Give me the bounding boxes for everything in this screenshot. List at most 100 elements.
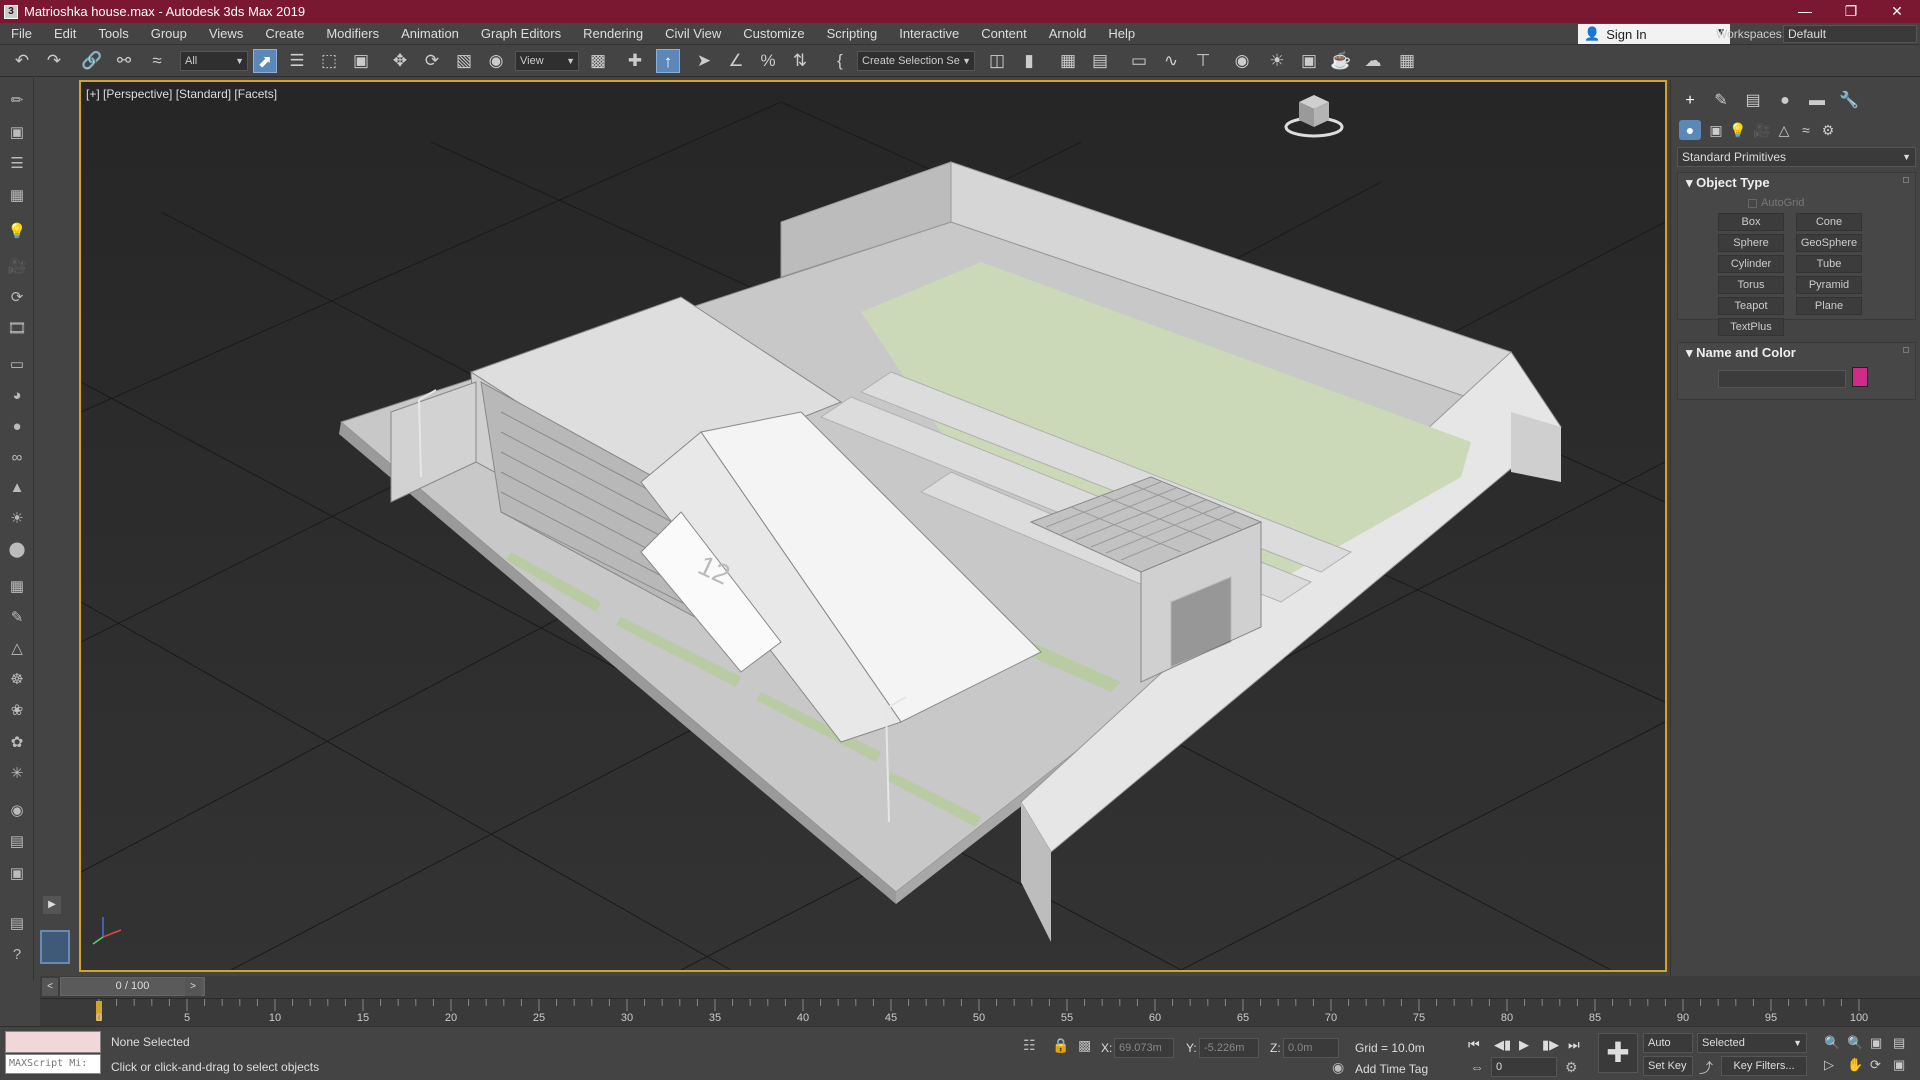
menu-customize[interactable]: Customize xyxy=(732,23,815,45)
list-icon[interactable]: ☰ xyxy=(6,153,28,175)
maxscript-mini-listener-input[interactable]: MAXScript Mi: xyxy=(5,1054,101,1074)
mirror-icon[interactable]: ◫ xyxy=(985,49,1009,73)
bind-space-warp-icon[interactable]: ≈ xyxy=(145,49,169,73)
menu-content[interactable]: Content xyxy=(970,23,1038,45)
go-to-end-icon[interactable]: ⏭ xyxy=(1568,1037,1580,1053)
light-bulb-icon[interactable]: 💡 xyxy=(6,221,28,243)
menu-scripting[interactable]: Scripting xyxy=(816,23,889,45)
keyboard-shortcut-override-icon[interactable]: ↑ xyxy=(656,49,680,73)
spinner-snap-icon[interactable]: ⇅ xyxy=(788,49,812,73)
perspective-viewport[interactable]: [+] [Perspective] [Standard] [Facets] 12 xyxy=(79,80,1667,972)
zoom-extents-all-icon[interactable]: ▤ xyxy=(1893,1035,1905,1051)
key-filters-button[interactable]: Key Filters... xyxy=(1721,1056,1807,1076)
go-to-start-icon[interactable]: ⏮ xyxy=(1468,1037,1480,1053)
film-icon[interactable]: 🎞 xyxy=(6,318,28,340)
help-icon[interactable]: ? xyxy=(6,944,28,966)
time-slider-track[interactable] xyxy=(40,976,1920,998)
menu-tools[interactable]: Tools xyxy=(87,23,139,45)
autogrid-checkbox[interactable]: AutoGrid xyxy=(1748,197,1804,209)
scale-icon[interactable]: ▧ xyxy=(452,49,476,73)
undo-icon[interactable]: ↶ xyxy=(10,49,34,73)
auto-key-button[interactable]: Auto Key xyxy=(1643,1033,1693,1067)
torus-button[interactable]: Torus xyxy=(1718,276,1784,294)
layer-explorer-icon[interactable]: ▤ xyxy=(1088,49,1112,73)
textplus-button[interactable]: TextPlus xyxy=(1718,318,1784,336)
key-mode-dropdown[interactable]: Selected ▼ xyxy=(1697,1033,1807,1053)
cone-button[interactable]: Cone xyxy=(1796,213,1862,231)
menu-file[interactable]: File xyxy=(0,23,43,45)
dome-icon[interactable]: ◕ xyxy=(6,385,28,407)
pan-view-icon[interactable]: ✋ xyxy=(1847,1057,1863,1073)
utilities-tab-icon[interactable]: 🔧 xyxy=(1838,90,1860,112)
select-manipulate-icon[interactable]: ✚ xyxy=(623,49,647,73)
edit-named-selection-icon[interactable]: { xyxy=(828,49,852,73)
toggle-ribbon-icon[interactable]: ▭ xyxy=(1127,49,1151,73)
teapot-button[interactable]: Teapot xyxy=(1718,297,1784,315)
key-mode-toggle-icon[interactable]: ⇔ xyxy=(1470,1059,1484,1075)
window-crossing-icon[interactable]: ▣ xyxy=(349,49,373,73)
object-type-header[interactable]: ▾ Object Type xyxy=(1678,173,1915,193)
time-tag-icon[interactable]: ◉ xyxy=(1332,1059,1344,1076)
rectangular-selection-icon[interactable]: ⬚ xyxy=(317,49,341,73)
add-time-tag[interactable]: Add Time Tag xyxy=(1355,1062,1428,1076)
reference-coordinate-dropdown[interactable]: View ▼ xyxy=(515,51,579,71)
menu-edit[interactable]: Edit xyxy=(43,23,87,45)
field-of-view-icon[interactable]: ▷ xyxy=(1824,1057,1834,1073)
set-key-button[interactable]: Set Key xyxy=(1643,1056,1693,1076)
render-frame-icon[interactable]: ▣ xyxy=(6,863,28,885)
mesh-icon[interactable]: ▦ xyxy=(6,576,28,598)
select-object-icon[interactable]: ⬈ xyxy=(253,49,277,73)
pivot-center-icon[interactable]: ▩ xyxy=(586,49,610,73)
viewport-layout-thumbnail[interactable] xyxy=(40,930,70,964)
schematic-view-icon[interactable]: ⊤ xyxy=(1191,49,1215,73)
hair-icon[interactable]: ✿ xyxy=(6,732,28,754)
spring-icon[interactable]: ∞ xyxy=(6,447,28,469)
cylinder-button[interactable]: Cylinder xyxy=(1718,255,1784,273)
create-panel-icon[interactable]: ✏ xyxy=(6,90,28,112)
object-color-swatch[interactable] xyxy=(1852,367,1868,387)
ball-icon[interactable]: ⬤ xyxy=(6,539,28,561)
maximize-viewport-icon[interactable]: ▣ xyxy=(1893,1057,1905,1073)
redo-icon[interactable]: ↷ xyxy=(42,49,66,73)
spacewarps-subtab-icon[interactable]: ≈ xyxy=(1795,120,1817,140)
track-bar[interactable]: 0 5 10 15 20 25 30 35 40 45 50 55 60 65 … xyxy=(40,998,1920,1026)
geometry-subtab-icon[interactable]: ● xyxy=(1679,120,1701,140)
a360-gallery-icon[interactable]: ▦ xyxy=(1395,49,1419,73)
zoom-all-icon[interactable]: 🔍 xyxy=(1847,1035,1863,1051)
orbit-icon[interactable]: ⟳ xyxy=(1870,1057,1881,1073)
render-production-icon[interactable]: ☕ xyxy=(1329,49,1353,73)
menu-modifiers[interactable]: Modifiers xyxy=(315,23,390,45)
motion-tab-icon[interactable]: ● xyxy=(1774,90,1796,112)
menu-interactive[interactable]: Interactive xyxy=(888,23,970,45)
align-icon[interactable]: ▮ xyxy=(1017,49,1041,73)
sphere-icon[interactable]: ● xyxy=(6,416,28,438)
play-icon[interactable]: ▶ xyxy=(1519,1037,1529,1053)
name-and-color-header[interactable]: ▾ Name and Color xyxy=(1678,343,1915,363)
menu-create[interactable]: Create xyxy=(254,23,315,45)
tube-button[interactable]: Tube xyxy=(1796,255,1862,273)
render-icon[interactable]: ▣ xyxy=(6,122,28,144)
hierarchy-tab-icon[interactable]: ▤ xyxy=(1742,90,1764,112)
close-button[interactable]: ✕ xyxy=(1874,0,1920,23)
create-tab-plus-icon[interactable]: + xyxy=(1679,90,1701,112)
maxscript-listener-output[interactable] xyxy=(5,1031,101,1053)
time-slider-knob[interactable]: 0 / 100 xyxy=(60,977,205,996)
move-icon[interactable]: ✥ xyxy=(388,49,412,73)
menu-views[interactable]: Views xyxy=(198,23,254,45)
workspace-dropdown[interactable]: Default xyxy=(1783,25,1917,43)
menu-animation[interactable]: Animation xyxy=(390,23,470,45)
rotate-icon[interactable]: ⟳ xyxy=(420,49,444,73)
minimize-button[interactable]: — xyxy=(1782,0,1828,23)
camera-icon[interactable]: 🎥 xyxy=(6,256,28,278)
next-frame-icon[interactable]: ▮▶ xyxy=(1542,1037,1559,1053)
helper-icon[interactable]: ⟳ xyxy=(6,287,28,309)
link-icon[interactable]: 🔗 xyxy=(80,49,104,73)
menu-group[interactable]: Group xyxy=(140,23,198,45)
viewport-label[interactable]: [+] [Perspective] [Standard] [Facets] xyxy=(86,87,277,101)
snaps-toggle-icon[interactable]: ➤ xyxy=(692,49,716,73)
named-selection-set-dropdown[interactable]: Create Selection Se ▼ xyxy=(857,51,975,71)
zoom-icon[interactable]: 🔍 xyxy=(1824,1035,1840,1051)
render-setup-icon[interactable]: ☀ xyxy=(1265,49,1289,73)
grid-icon[interactable]: ▦ xyxy=(6,185,28,207)
key-tangent-icon[interactable]: ⤴ xyxy=(1699,1058,1713,1078)
